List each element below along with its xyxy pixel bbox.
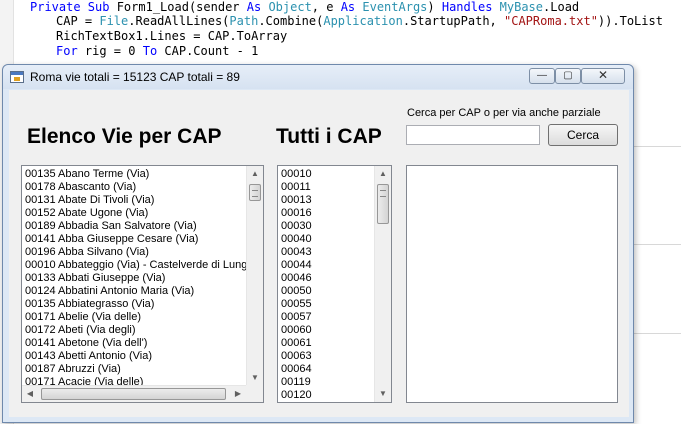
scroll-up-arrow-icon[interactable]: ▲ [247,166,263,182]
vie-list-item[interactable]: 00133 Abbati Giuseppe (Via) [23,272,260,285]
vie-list-item[interactable]: 00187 Abruzzi (Via) [23,363,260,376]
search-button[interactable]: Cerca [548,124,618,146]
vie-list-item[interactable]: 00124 Abbatini Antonio Maria (Via) [23,285,260,298]
form-icon [10,71,24,83]
close-button[interactable]: ✕ [581,68,625,84]
editor-separator [634,146,681,147]
vie-vertical-scrollbar[interactable]: ▲ ▼ [246,166,263,386]
cap-list-item[interactable]: 00064 [279,363,312,376]
cap-list-item[interactable]: 00061 [279,337,312,350]
vie-list-item[interactable]: 00171 Abelie (Via delle) [23,311,260,324]
cap-list-item[interactable]: 00120 [279,389,312,402]
heading-elenco-vie: Elenco Vie per CAP [27,125,222,148]
heading-tutti-cap: Tutti i CAP [276,125,382,148]
cap-vertical-scrollbar[interactable]: ▲ ▼ [374,166,391,402]
minimize-button[interactable]: — [529,68,555,84]
vie-list-item[interactable]: 00152 Abate Ugone (Via) [23,207,260,220]
cap-list-item[interactable]: 00011 [279,181,312,194]
scroll-left-arrow-icon[interactable]: ◀ [22,386,38,402]
vie-list-item[interactable]: 00010 Abbateggio (Via) - Castelverde di … [23,259,260,272]
vie-list-item[interactable]: 00135 Abano Terme (Via) [23,168,260,181]
cap-list-item[interactable]: 00050 [279,285,312,298]
vie-list-item[interactable]: 00172 Abeti (Via degli) [23,324,260,337]
window-title: Roma vie totali = 15123 CAP totali = 89 [30,70,240,84]
cap-list-item[interactable]: 00016 [279,207,312,220]
search-label: Cerca per CAP o per via anche parziale [407,107,601,119]
cap-scroll-thumb[interactable] [377,184,389,224]
vie-list-item[interactable]: 00135 Abbiategrasso (Via) [23,298,260,311]
cap-listbox[interactable]: 00010 00011 00013 00016 00030 00040 00043 00044… [277,165,392,403]
maximize-button[interactable]: ▢ [555,68,581,84]
editor-separator [634,244,681,245]
vie-listbox[interactable]: 00135 Abano Terme (Via) 00178 Abascanto (… [21,165,264,403]
editor-separator [634,333,681,334]
cap-list-item[interactable]: 00119 [279,376,312,389]
vie-scroll-thumb[interactable] [249,184,261,201]
cap-list-item[interactable]: 00043 [279,246,312,259]
cap-list-item[interactable]: 00057 [279,311,312,324]
vie-list-items: 00135 Abano Terme (Via) 00178 Abascanto (… [23,168,260,389]
form-client-area: Elenco Vie per CAP Tutti i CAP Cerca per… [9,90,629,417]
scroll-down-arrow-icon[interactable]: ▼ [247,370,263,386]
cap-list-item[interactable]: 00060 [279,324,312,337]
vie-list-item[interactable]: 00196 Abba Silvano (Via) [23,246,260,259]
vie-list-item[interactable]: 00141 Abba Giuseppe Cesare (Via) [23,233,260,246]
cap-list-item[interactable]: 00063 [279,350,312,363]
scroll-up-arrow-icon[interactable]: ▲ [375,166,391,182]
vie-hscroll-thumb[interactable] [41,388,226,400]
cap-list-item[interactable]: 00055 [279,298,312,311]
cap-list-item[interactable]: 00013 [279,194,312,207]
vie-list-item[interactable]: 00141 Abetone (Via dell') [23,337,260,350]
vie-list-item[interactable]: 00189 Abbadia San Salvatore (Via) [23,220,260,233]
search-input[interactable] [406,125,540,145]
code-line-3: RichTextBox1.Lines = CAP.ToArray [56,29,288,43]
vie-list-item[interactable]: 00143 Abetti Antonio (Via) [23,350,260,363]
scroll-right-arrow-icon[interactable]: ▶ [230,386,246,402]
title-bar[interactable]: Roma vie totali = 15123 CAP totali = 89 … [3,65,633,89]
vie-list-item[interactable]: 00178 Abascanto (Via) [23,181,260,194]
cap-list-item[interactable]: 00044 [279,259,312,272]
cap-list-item[interactable]: 00030 [279,220,312,233]
code-line-2: CAP = File.ReadAllLines(Path.Combine(App… [56,14,663,28]
cap-list-item[interactable]: 00040 [279,233,312,246]
cap-list-items: 00010 00011 00013 00016 00030 00040 00043 00044… [279,168,312,402]
code-line-4: For rig = 0 To CAP.Count - 1 [56,44,259,58]
cap-list-item[interactable]: 00010 [279,168,312,181]
scroll-down-arrow-icon[interactable]: ▼ [375,386,391,402]
vie-list-item[interactable]: 00131 Abate Di Tivoli (Via) [23,194,260,207]
cap-list-item[interactable]: 00046 [279,272,312,285]
rich-text-box[interactable] [406,165,618,403]
form-window: Roma vie totali = 15123 CAP totali = 89 … [2,64,634,423]
scroll-corner [246,385,263,402]
vie-horizontal-scrollbar[interactable]: ◀ ▶ [22,385,246,402]
